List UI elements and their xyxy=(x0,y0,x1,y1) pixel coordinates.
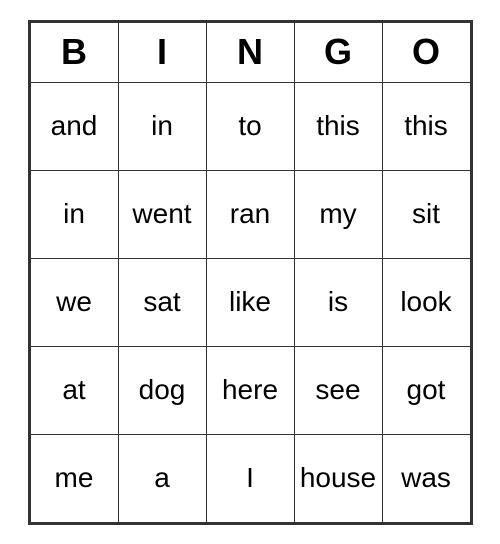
table-row: meaIhousewas xyxy=(30,434,470,522)
header-row: BINGO xyxy=(30,22,470,82)
cell-r0-c1: in xyxy=(118,82,206,170)
header-col-o: O xyxy=(382,22,470,82)
cell-r0-c0: and xyxy=(30,82,118,170)
header-col-g: G xyxy=(294,22,382,82)
cell-r4-c0: me xyxy=(30,434,118,522)
cell-r0-c2: to xyxy=(206,82,294,170)
cell-r1-c1: went xyxy=(118,170,206,258)
cell-r1-c3: my xyxy=(294,170,382,258)
cell-r3-c0: at xyxy=(30,346,118,434)
bingo-card: BINGO andintothisthisinwentranmysitwesat… xyxy=(28,20,473,525)
cell-r3-c3: see xyxy=(294,346,382,434)
table-row: inwentranmysit xyxy=(30,170,470,258)
bingo-table: BINGO andintothisthisinwentranmysitwesat… xyxy=(30,22,471,523)
cell-r4-c3: house xyxy=(294,434,382,522)
cell-r2-c3: is xyxy=(294,258,382,346)
header-col-n: N xyxy=(206,22,294,82)
cell-r2-c1: sat xyxy=(118,258,206,346)
cell-r2-c0: we xyxy=(30,258,118,346)
cell-r4-c4: was xyxy=(382,434,470,522)
cell-r0-c3: this xyxy=(294,82,382,170)
table-row: wesatlikeislook xyxy=(30,258,470,346)
table-row: atdoghereseegot xyxy=(30,346,470,434)
cell-r2-c2: like xyxy=(206,258,294,346)
cell-r1-c2: ran xyxy=(206,170,294,258)
cell-r0-c4: this xyxy=(382,82,470,170)
cell-r4-c1: a xyxy=(118,434,206,522)
cell-r3-c1: dog xyxy=(118,346,206,434)
cell-r1-c4: sit xyxy=(382,170,470,258)
cell-r2-c4: look xyxy=(382,258,470,346)
cell-r3-c4: got xyxy=(382,346,470,434)
cell-r1-c0: in xyxy=(30,170,118,258)
cell-r4-c2: I xyxy=(206,434,294,522)
table-row: andintothisthis xyxy=(30,82,470,170)
cell-r3-c2: here xyxy=(206,346,294,434)
header-col-b: B xyxy=(30,22,118,82)
header-col-i: I xyxy=(118,22,206,82)
